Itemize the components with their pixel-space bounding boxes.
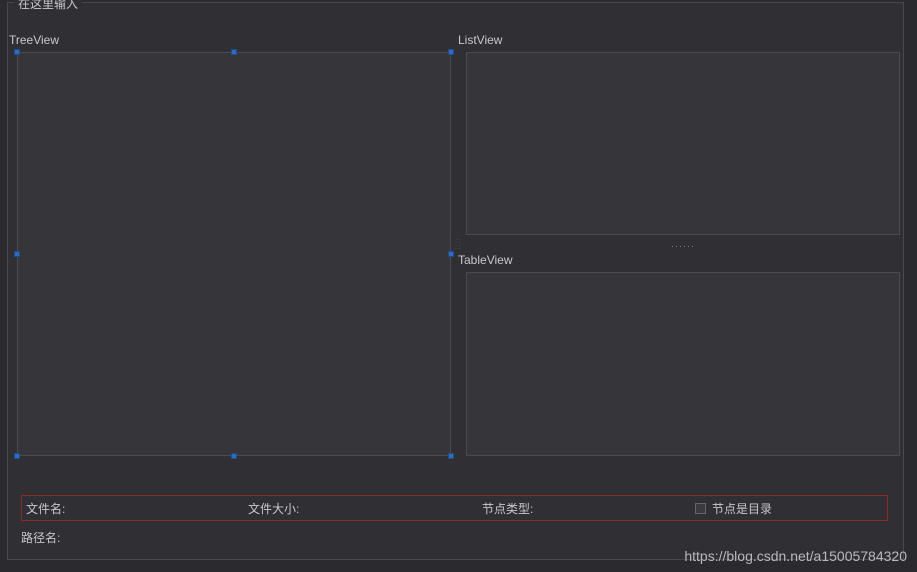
tableview-label: TableView — [458, 253, 512, 267]
filename-label: 文件名: — [26, 500, 65, 517]
tableview-widget[interactable] — [466, 272, 900, 456]
resize-handle-tr[interactable] — [448, 49, 454, 55]
treeview-label: TreeView — [9, 33, 59, 47]
resize-handle-tm[interactable] — [231, 49, 237, 55]
resize-handle-br[interactable] — [448, 453, 454, 459]
isdir-checkbox-wrap[interactable]: 节点是目录 — [695, 500, 772, 517]
filesize-label: 文件大小: — [248, 500, 299, 517]
splitter-handle-vertical[interactable]: ······ — [671, 241, 695, 251]
resize-handle-ml[interactable] — [14, 251, 20, 257]
isdir-checkbox[interactable] — [695, 503, 706, 514]
listview-label: ListView — [458, 33, 502, 47]
resize-handle-bl[interactable] — [14, 453, 20, 459]
status-bar: 文件名: 文件大小: 节点类型: 节点是目录 — [21, 495, 888, 521]
treeview-widget[interactable] — [17, 52, 451, 456]
listview-widget[interactable] — [466, 52, 900, 235]
nodetype-label: 节点类型: — [482, 500, 533, 517]
splitter-handle-horizontal[interactable]: · ·· ·· ·· · — [455, 239, 461, 259]
groupbox-title-input[interactable]: 在这里输入 — [14, 0, 82, 12]
isdir-checkbox-label: 节点是目录 — [712, 500, 772, 517]
main-groupbox: 在这里输入 TreeView ListView TableView · ·· ·… — [7, 2, 904, 560]
pathname-label: 路径名: — [21, 529, 60, 546]
resize-handle-bm[interactable] — [231, 453, 237, 459]
resize-handle-tl[interactable] — [14, 49, 20, 55]
resize-handle-mr[interactable] — [448, 251, 454, 257]
watermark-text: https://blog.csdn.net/a15005784320 — [684, 548, 907, 564]
